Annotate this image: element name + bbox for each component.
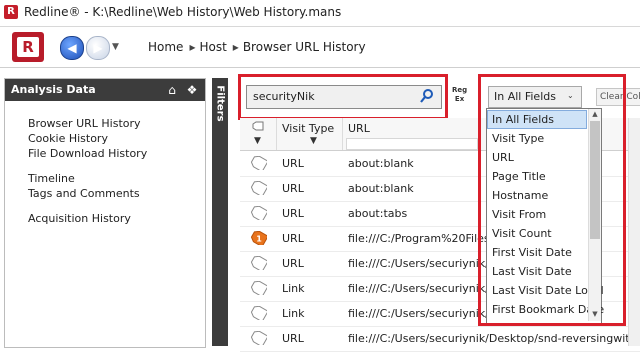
nav-tags-and-comments[interactable]: Tags and Comments <box>28 187 140 200</box>
analysis-data-panel: Analysis Data ⌂ ❖ Browser URL History Co… <box>4 78 206 348</box>
column-divider <box>342 118 343 150</box>
cell-url: file:///C:/Users/securiynik/ <box>348 282 489 295</box>
cell-url: file:///C:/Program%20Files& <box>348 232 499 245</box>
nav-cookie-history[interactable]: Cookie History <box>28 132 108 145</box>
dropdown-highlight-box <box>478 74 626 326</box>
filters-tab[interactable]: Filters <box>212 78 228 346</box>
forward-button[interactable]: ▶ <box>86 36 110 60</box>
cell-url: file:///C:/Users/securiynik/ <box>348 257 489 270</box>
breadcrumb-separator-icon: ▸ <box>232 40 239 54</box>
breadcrumb-separator-icon: ▸ <box>189 40 196 54</box>
cell-url: about:tabs <box>348 207 408 220</box>
cell-url: about:blank <box>348 182 414 195</box>
tag-icon[interactable] <box>251 181 267 195</box>
cell-visit-type: Link <box>282 307 305 320</box>
filter-funnel-icon[interactable]: ▼ <box>310 136 317 146</box>
redline-logo-letter: R <box>17 37 39 57</box>
nav-file-download-history[interactable]: File Download History <box>28 147 147 160</box>
cell-url: about:blank <box>348 157 414 170</box>
column-divider <box>276 118 277 150</box>
regex-label-ex: Ex <box>454 95 465 103</box>
breadcrumb-home[interactable]: Home <box>148 40 183 54</box>
breadcrumb: Home ▸ Host ▸ Browser URL History <box>148 40 370 54</box>
cell-visit-type: URL <box>282 257 304 270</box>
back-button[interactable]: ◀ <box>60 36 84 60</box>
cell-visit-type: URL <box>282 232 304 245</box>
nav-acquisition-history[interactable]: Acquisition History <box>28 212 131 225</box>
forward-arrow-icon: ▶ <box>93 41 103 55</box>
grid-scrollbar[interactable] <box>628 118 640 346</box>
regex-label-reg: Reg <box>452 86 468 94</box>
tag-icon[interactable] <box>251 281 267 295</box>
column-header-visit-type[interactable]: Visit Type <box>282 122 334 135</box>
home-icon[interactable]: ⌂ <box>165 83 179 97</box>
nav-browser-url-history[interactable]: Browser URL History <box>28 117 141 130</box>
back-arrow-icon: ◀ <box>67 41 77 55</box>
redline-small-logo-icon: R <box>4 5 18 19</box>
column-header-url[interactable]: URL <box>348 122 370 135</box>
redline-logo-icon[interactable]: R <box>12 32 44 62</box>
cell-visit-type: URL <box>282 157 304 170</box>
nav-timeline[interactable]: Timeline <box>28 172 75 185</box>
cell-visit-type: Link <box>282 282 305 295</box>
cell-visit-type: URL <box>282 207 304 220</box>
tag-icon[interactable] <box>251 206 267 220</box>
cell-url: file:///C:/Users/securiynik/Desktop/snd-… <box>348 332 640 345</box>
regex-toggle-button[interactable]: Reg Ex <box>452 86 467 104</box>
cell-visit-type: URL <box>282 332 304 345</box>
tagged-orange-icon[interactable]: 1 <box>251 231 267 245</box>
analysis-data-header: Analysis Data ⌂ ❖ <box>5 79 205 101</box>
tag-icon[interactable] <box>251 306 267 320</box>
tag-icon[interactable] <box>251 256 267 270</box>
pin-icon[interactable]: ❖ <box>185 83 199 97</box>
panel-title: Analysis Data <box>11 83 96 96</box>
url-column-filter-bar[interactable] <box>346 138 478 150</box>
history-dropdown-icon[interactable]: ▼ <box>112 42 119 52</box>
tag-count: 1 <box>256 235 262 244</box>
filter-funnel-icon[interactable]: ▼ <box>254 136 261 146</box>
search-highlight-box <box>238 74 448 120</box>
tag-icon[interactable] <box>251 331 267 345</box>
filters-label: Filters <box>214 85 226 122</box>
tag-icon[interactable] <box>251 156 267 170</box>
table-row[interactable]: URL file:///C:/Users/securiynik/Desktop/… <box>240 326 640 352</box>
breadcrumb-browser-url-history[interactable]: Browser URL History <box>243 40 366 54</box>
cell-visit-type: URL <box>282 182 304 195</box>
window-title: Redline® - K:\Redline\Web History\Web Hi… <box>24 5 342 19</box>
breadcrumb-host[interactable]: Host <box>199 40 226 54</box>
cell-url: file:///C:/Users/securiynik/ <box>348 307 489 320</box>
tag-column-icon <box>252 121 264 131</box>
toolbar: R ◀ ▶ ▼ Home ▸ Host ▸ Browser URL History <box>0 27 640 68</box>
title-bar: R Redline® - K:\Redline\Web History\Web … <box>0 0 640 27</box>
